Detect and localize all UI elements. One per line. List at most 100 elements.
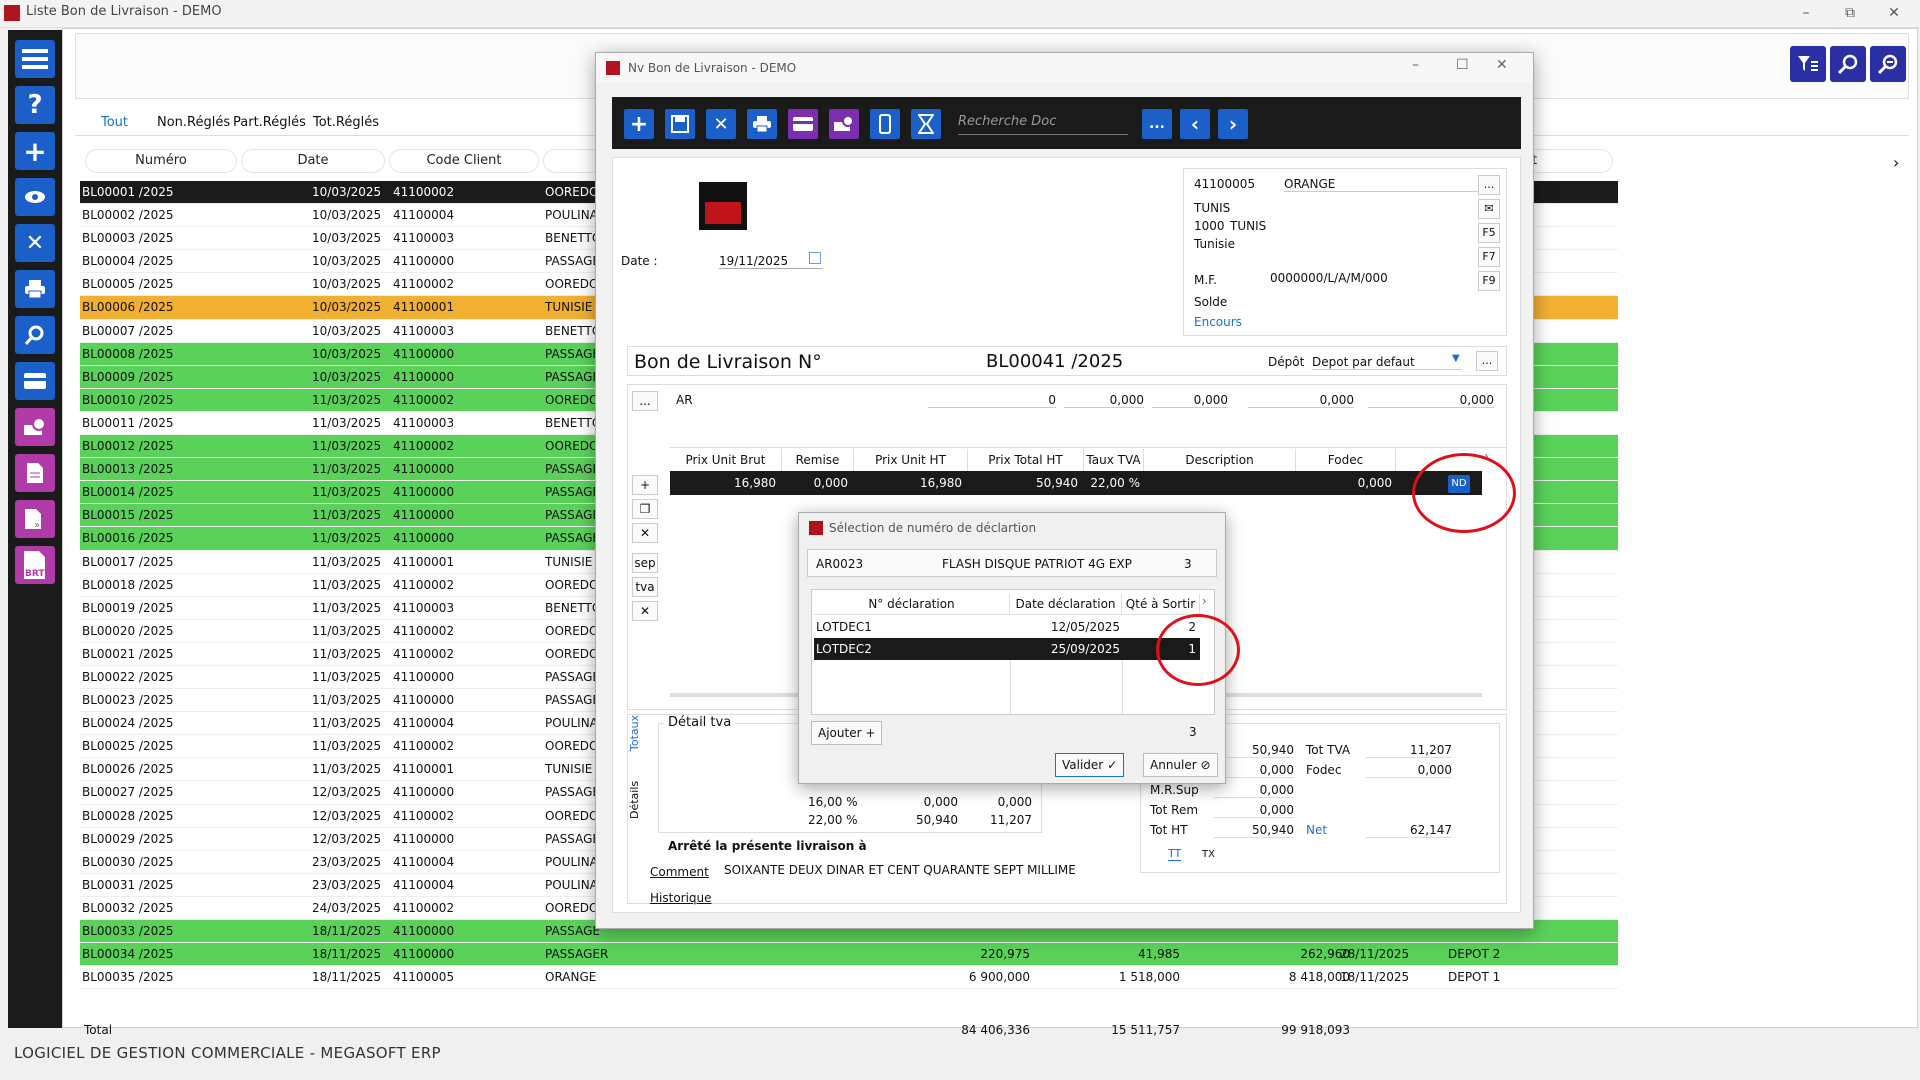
sep-button[interactable]: sep	[632, 553, 658, 573]
declaration-row-selected[interactable]: LOTDEC2 25/09/2025 1	[814, 638, 1200, 660]
payment-button[interactable]	[15, 408, 55, 446]
tab-totaux[interactable]: Totaux	[628, 715, 641, 751]
client-code[interactable]: 41100005	[1194, 177, 1255, 191]
client-name[interactable]: ORANGE	[1284, 177, 1480, 192]
date-field[interactable]: 19/11/2025	[719, 254, 823, 269]
tab-tt[interactable]: TT	[1168, 847, 1182, 861]
tab-tot-regles[interactable]: Tot.Réglés	[313, 115, 379, 130]
col-taux-tva[interactable]: Taux TVA	[1084, 449, 1144, 471]
card-button[interactable]	[788, 109, 818, 139]
scroll-right-icon[interactable]: ›	[1893, 153, 1899, 172]
tab-non-regles[interactable]: Non.Réglés	[157, 115, 230, 130]
delete-line-button[interactable]: ✕	[632, 523, 658, 543]
line-value-3[interactable]: 0,000	[1248, 393, 1354, 408]
minimize-button[interactable]: –	[1784, 2, 1828, 24]
col-remise[interactable]: Remise	[782, 449, 854, 471]
article-code[interactable]: AR	[676, 393, 693, 407]
add-button[interactable]: +	[15, 132, 55, 170]
plus-icon: +	[23, 134, 47, 168]
menu-button[interactable]	[15, 40, 55, 78]
col-date-declaration[interactable]: Date déclaration	[1010, 594, 1122, 614]
help-button[interactable]: ?	[15, 86, 55, 124]
depot-more-button[interactable]: ...	[1476, 351, 1498, 371]
copy-line-button[interactable]: ❐	[632, 499, 658, 519]
comment-link[interactable]: Comment	[650, 865, 709, 879]
dialog-close-button[interactable]: ✕	[1496, 57, 1508, 73]
valider-button[interactable]: Valider ✓	[1055, 753, 1125, 777]
table-row[interactable]: BL00035 /2025 18/11/2025 41100005 ORANGE 6 9…	[80, 966, 1618, 990]
f5-button[interactable]: F5	[1478, 223, 1500, 243]
document-button[interactable]	[15, 454, 55, 492]
col-n-declaration[interactable]: N° déclaration	[814, 594, 1010, 614]
depot-select[interactable]: Depot par defaut	[1312, 355, 1462, 370]
more-button[interactable]: ...	[1142, 109, 1172, 139]
card-button[interactable]	[15, 362, 55, 400]
column-header-date[interactable]: Date	[241, 149, 385, 173]
tab-tout[interactable]: Tout	[101, 115, 128, 130]
grid-selected-row[interactable]: 16,980 0,000 16,980 50,940 22,00 % 0,000	[670, 471, 1482, 495]
ajouter-button[interactable]: Ajouter +	[811, 721, 883, 745]
col-prix-unit-ht[interactable]: Prix Unit HT	[854, 449, 968, 471]
dialog-minimize-button[interactable]: –	[1412, 57, 1419, 73]
new-button[interactable]: +	[624, 109, 654, 139]
column-header-numero[interactable]: Numéro	[85, 149, 237, 173]
tva-amount-1: 0,000	[997, 795, 1032, 809]
bl-number-cell: BL00026 /2025	[82, 762, 174, 777]
cancel-button[interactable]: ✕	[706, 109, 736, 139]
line-qty[interactable]: 0	[928, 393, 1056, 408]
mobile-button[interactable]	[870, 109, 900, 139]
payment-button[interactable]	[829, 109, 859, 139]
document-forward-button[interactable]: »	[15, 500, 55, 538]
previous-button[interactable]: ‹	[1180, 109, 1210, 139]
search-button[interactable]	[1830, 46, 1866, 82]
filter-button[interactable]	[1790, 46, 1826, 82]
search-doc-button[interactable]	[15, 316, 55, 354]
client-code-cell: 41100002	[393, 392, 455, 407]
column-header-code-client[interactable]: Code Client	[389, 149, 539, 173]
encours-link[interactable]: Encours	[1194, 315, 1242, 329]
col-fodec[interactable]: Fodec	[1296, 449, 1396, 471]
grid-scroll-right-icon[interactable]: ›	[1202, 594, 1207, 608]
tva-button[interactable]: tva	[632, 577, 658, 597]
hourglass-button[interactable]	[911, 109, 941, 139]
column-header-client[interactable]	[543, 149, 603, 173]
dialog-maximize-button[interactable]: ☐	[1456, 57, 1469, 73]
tab-details[interactable]: Détails	[628, 781, 641, 819]
col-prix-total-ht[interactable]: Prix Total HT	[968, 449, 1084, 471]
print-button[interactable]	[747, 109, 777, 139]
f9-button[interactable]: F9	[1478, 271, 1500, 291]
save-button[interactable]	[665, 109, 695, 139]
tab-tx[interactable]: TX	[1202, 849, 1215, 860]
print-button[interactable]	[15, 270, 55, 308]
f7-button[interactable]: F7	[1478, 247, 1500, 267]
search-doc-input[interactable]: Recherche Doc	[958, 111, 1128, 135]
col-prix-unit-brut[interactable]: Prix Unit Brut	[670, 449, 782, 471]
view-button[interactable]	[15, 178, 55, 216]
delete-button[interactable]: ✕	[15, 224, 55, 262]
brt-button[interactable]: BRT	[15, 546, 55, 584]
historique-link[interactable]: Historique	[650, 891, 712, 905]
next-button[interactable]: ›	[1218, 109, 1248, 139]
table-row[interactable]: BL00034 /2025 18/11/2025 41100000 PASSAGER 2…	[80, 943, 1618, 967]
bl-number-cell: BL00029 /2025	[82, 831, 174, 846]
tab-part-regles[interactable]: Part.Réglés	[233, 115, 306, 130]
declaration-row[interactable]: LOTDEC1 12/05/2025 2	[814, 616, 1200, 638]
close-button[interactable]: ✕	[1872, 2, 1916, 24]
line-value-1[interactable]: 0,000	[1064, 393, 1144, 408]
col-qte-a-sortir[interactable]: Qté à Sortir	[1122, 594, 1200, 614]
bl-date-cell: 11/03/2025	[312, 577, 382, 592]
mail-button[interactable]: ✉	[1478, 199, 1500, 219]
client-more-button[interactable]: ...	[1478, 175, 1500, 195]
line-value-2[interactable]: 0,000	[1152, 393, 1228, 408]
line-value-4[interactable]: 0,000	[1368, 393, 1494, 408]
chevron-down-icon[interactable]: ▼	[1452, 353, 1460, 364]
fodec-value: 0,000	[1366, 763, 1452, 778]
col-description[interactable]: Description	[1144, 449, 1296, 471]
advanced-search-button[interactable]	[1870, 46, 1906, 82]
clear-line-button[interactable]: ✕	[632, 601, 658, 621]
calendar-icon[interactable]	[809, 252, 821, 264]
annuler-button[interactable]: Annuler ⊘	[1143, 753, 1218, 777]
line-more-button[interactable]: ...	[632, 391, 658, 411]
add-line-button[interactable]: +	[632, 475, 658, 495]
restore-button[interactable]: ⧉	[1828, 2, 1872, 24]
